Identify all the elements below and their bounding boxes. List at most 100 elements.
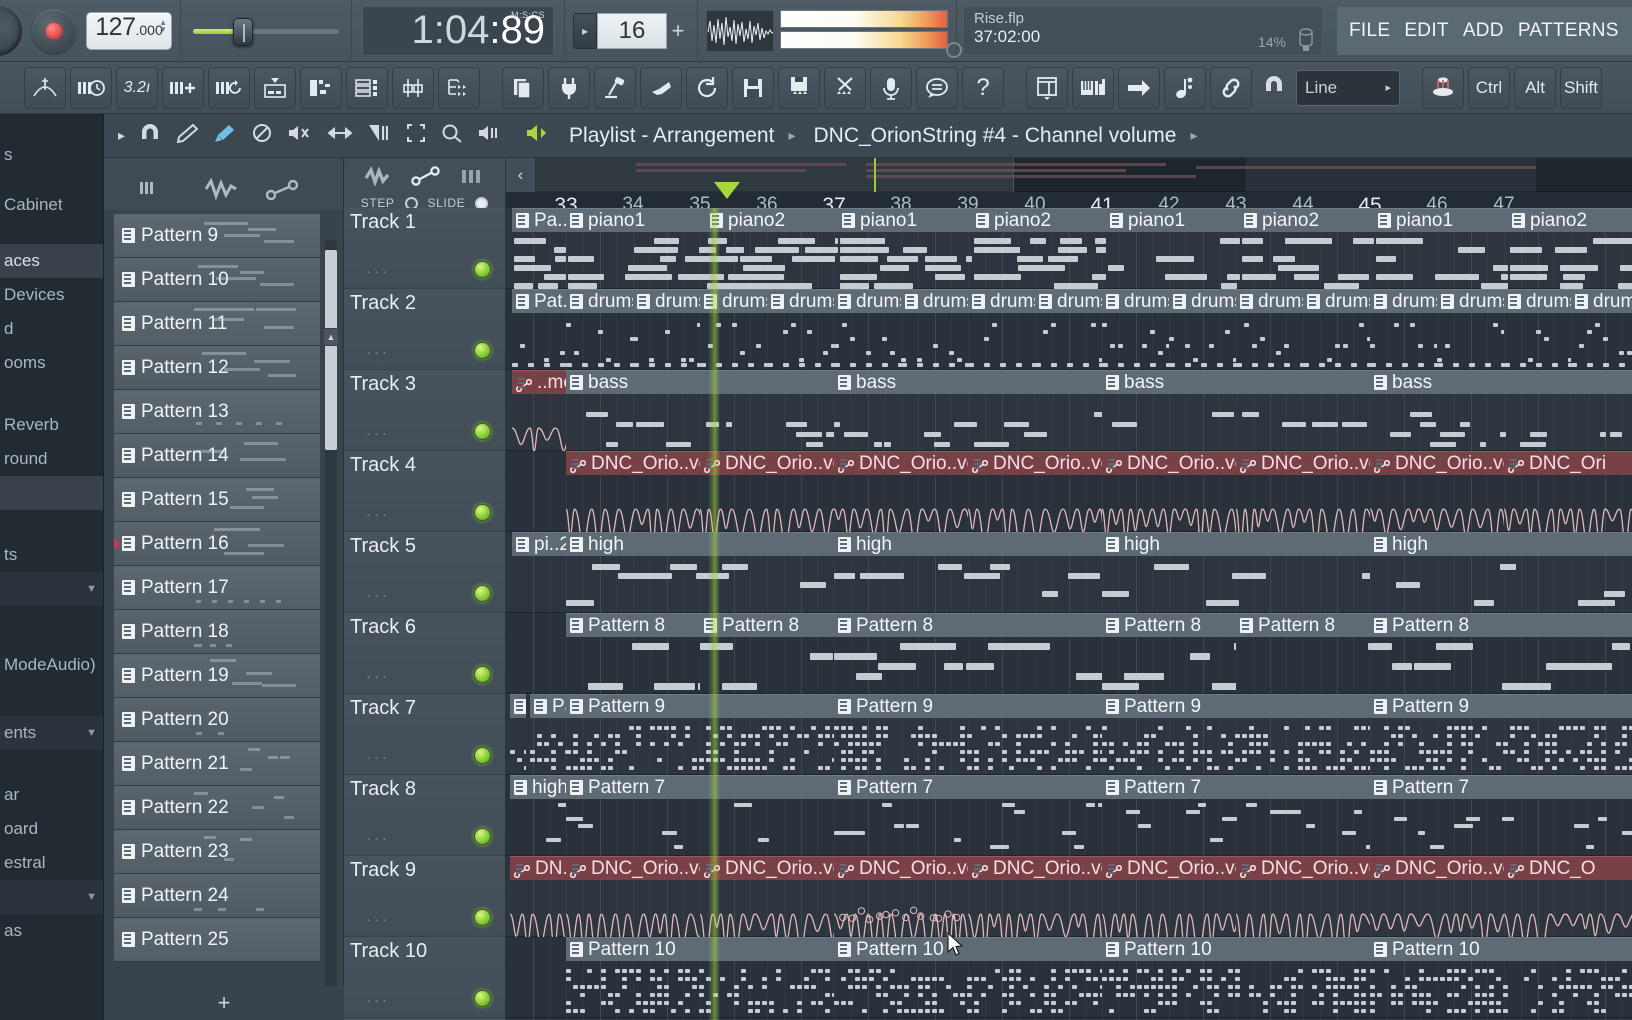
track-header-4[interactable]: Track 4 ··· bbox=[344, 451, 505, 532]
track-options-dots[interactable]: ··· bbox=[366, 668, 390, 685]
automation-clip[interactable]: DNC_Orio..volume bbox=[1102, 856, 1236, 937]
clip-header[interactable]: DNC_Orio..volume bbox=[1236, 451, 1370, 475]
pattern-clip[interactable]: Pattern 7 bbox=[1102, 775, 1370, 856]
pattern-clip[interactable]: Pattern 7 bbox=[1370, 775, 1632, 856]
automation-clip[interactable]: DNC_Orio..volume bbox=[1370, 856, 1504, 937]
clip-header[interactable]: piano2 bbox=[972, 208, 1106, 232]
clip-header[interactable]: Pattern 9 bbox=[566, 694, 834, 718]
clip-header[interactable]: high bbox=[510, 775, 566, 799]
pattern-clip[interactable]: drums bbox=[1102, 289, 1169, 370]
pattern-clip[interactable]: drums bbox=[633, 289, 700, 370]
mixer-icon[interactable] bbox=[392, 66, 434, 109]
browser-item-devices[interactable]: Devices bbox=[0, 278, 103, 312]
add-pattern-button[interactable]: + bbox=[104, 986, 344, 1020]
microphone-stand-icon[interactable] bbox=[594, 66, 636, 109]
track-options-dots[interactable]: ··· bbox=[366, 992, 390, 1009]
track-options-dots[interactable]: ··· bbox=[366, 830, 390, 847]
clip-header[interactable]: piano1 bbox=[838, 208, 972, 232]
volume-handle[interactable] bbox=[233, 17, 253, 46]
clip-header[interactable]: Pattern 8 bbox=[1236, 613, 1370, 637]
automation-draw-icon[interactable] bbox=[410, 166, 441, 192]
slip-icon[interactable] bbox=[327, 123, 353, 149]
pattern-clip[interactable]: drums bbox=[1437, 289, 1504, 370]
pattern-clip[interactable]: Pattern 8 bbox=[1236, 613, 1370, 694]
song-overview-bar[interactable] bbox=[506, 158, 1632, 192]
pattern-clip[interactable]: drums bbox=[1504, 289, 1571, 370]
pattern-list-item-9[interactable]: Pattern 9 bbox=[114, 214, 320, 258]
clip-header[interactable]: Pa bbox=[530, 694, 566, 718]
automation-clip[interactable]: DNC_Orio..volume bbox=[834, 856, 968, 937]
pattern-list-item-20[interactable]: Pattern 20 bbox=[114, 698, 320, 742]
pattern-clip[interactable]: Pattern 8 bbox=[834, 613, 1102, 694]
save-as-icon[interactable] bbox=[778, 66, 820, 109]
pattern-clip[interactable]: Pattern 7 bbox=[834, 775, 1102, 856]
browser-group-header-instruments[interactable]: ents ▼ bbox=[0, 716, 103, 750]
clip-header[interactable]: DNC_Orio..volume bbox=[566, 856, 700, 880]
delete-icon[interactable] bbox=[251, 123, 273, 149]
tempo-field[interactable]: 127 .000 ▲ ▼ bbox=[86, 11, 172, 50]
browser-item-cabinet[interactable]: Cabinet bbox=[0, 188, 103, 222]
browser-item-places[interactable]: aces bbox=[0, 244, 103, 278]
clip-header[interactable]: Pattern 10 bbox=[566, 937, 834, 961]
pattern-clip[interactable]: bass bbox=[1102, 370, 1370, 451]
pattern-clip[interactable]: Pattern 8 bbox=[566, 613, 700, 694]
track-enable-led[interactable] bbox=[474, 828, 491, 845]
track-enable-led[interactable] bbox=[474, 990, 491, 1007]
pattern-clip[interactable]: drums bbox=[767, 289, 834, 370]
clip-header[interactable] bbox=[510, 694, 526, 718]
clip-header[interactable]: Pattern 8 bbox=[1102, 613, 1236, 637]
track-options-dots[interactable]: ··· bbox=[366, 587, 390, 604]
clip-header[interactable]: DNC_Orio..volume bbox=[700, 451, 834, 475]
pattern-clip[interactable]: drums bbox=[700, 289, 767, 370]
track-enable-led[interactable] bbox=[474, 909, 491, 926]
pattern-clip[interactable]: high bbox=[566, 532, 834, 613]
clip-header[interactable]: drums bbox=[1571, 289, 1632, 313]
pattern-link-icon[interactable] bbox=[265, 179, 300, 206]
pattern-wave-icon[interactable] bbox=[204, 177, 238, 206]
pattern-clip[interactable]: Pattern 10 bbox=[566, 937, 834, 1018]
pattern-list-item-10[interactable]: Pattern 10 bbox=[114, 258, 320, 302]
plugin-plug-icon[interactable] bbox=[548, 66, 590, 109]
browser-icon[interactable] bbox=[438, 66, 480, 109]
pattern-clip[interactable]: drums bbox=[968, 289, 1035, 370]
paint-icon[interactable] bbox=[213, 123, 237, 149]
comment-icon[interactable] bbox=[916, 66, 958, 109]
clip-header[interactable]: Pattern 7 bbox=[566, 775, 834, 799]
clip-header[interactable]: piano1 bbox=[1374, 208, 1508, 232]
pitch-bend-icon[interactable] bbox=[24, 66, 66, 109]
clip-header[interactable]: drums bbox=[1102, 289, 1169, 313]
automation-clip[interactable]: DNC_Orio..volume bbox=[968, 451, 1102, 532]
pattern-prev-arrow-icon[interactable]: ▸ bbox=[573, 12, 597, 49]
mute-icon[interactable] bbox=[287, 123, 313, 149]
ctrl-key-button[interactable]: Ctrl bbox=[1468, 66, 1510, 109]
pattern-clip[interactable]: drums bbox=[901, 289, 968, 370]
automation-clip[interactable]: DNC_Orio..volume bbox=[1236, 451, 1370, 532]
automation-clip[interactable]: DNC_Ori bbox=[1504, 451, 1632, 532]
pattern-clip[interactable]: piano2 bbox=[706, 208, 838, 289]
pattern-clip[interactable]: Pattern 9 bbox=[566, 694, 834, 775]
undo-icon[interactable] bbox=[686, 66, 728, 109]
track-enable-led[interactable] bbox=[474, 504, 491, 521]
track-enable-led[interactable] bbox=[474, 585, 491, 602]
clip-header[interactable]: piano1 bbox=[1106, 208, 1240, 232]
playlist-icon[interactable] bbox=[346, 66, 388, 109]
pattern-list-item-11[interactable]: Pattern 11 bbox=[114, 302, 320, 346]
pattern-list-item-25[interactable]: Pattern 25 bbox=[114, 918, 320, 962]
clip-header[interactable]: DNC_Orio..volume bbox=[1370, 451, 1504, 475]
pattern-scroll-thumb[interactable] bbox=[325, 250, 337, 450]
clip-header[interactable]: drums bbox=[834, 289, 901, 313]
clip-header[interactable]: bass bbox=[1370, 370, 1632, 394]
pattern-list-item-17[interactable]: Pattern 17 bbox=[114, 566, 320, 610]
pattern-clip[interactable]: Pat..4 bbox=[512, 289, 566, 370]
browser-item-modeaudio[interactable]: ModeAudio) bbox=[0, 648, 103, 682]
pattern-list-item-18[interactable]: Pattern 18 bbox=[114, 610, 320, 654]
clip-header[interactable]: DNC_Ori bbox=[1504, 451, 1632, 475]
clip-header[interactable]: DNC_O bbox=[1504, 856, 1632, 880]
browser-item-d[interactable]: d bbox=[0, 312, 103, 346]
add-channel-icon[interactable] bbox=[162, 66, 204, 109]
time-display[interactable]: 1:04 :89 M:S:CS bbox=[362, 5, 554, 56]
automation-clip[interactable]: DNC_Orio..volume bbox=[968, 856, 1102, 937]
automation-clip[interactable]: DNC_Orio..volume bbox=[834, 451, 968, 532]
alt-key-button[interactable]: Alt bbox=[1514, 66, 1556, 109]
shift-key-button[interactable]: Shift bbox=[1560, 66, 1602, 109]
